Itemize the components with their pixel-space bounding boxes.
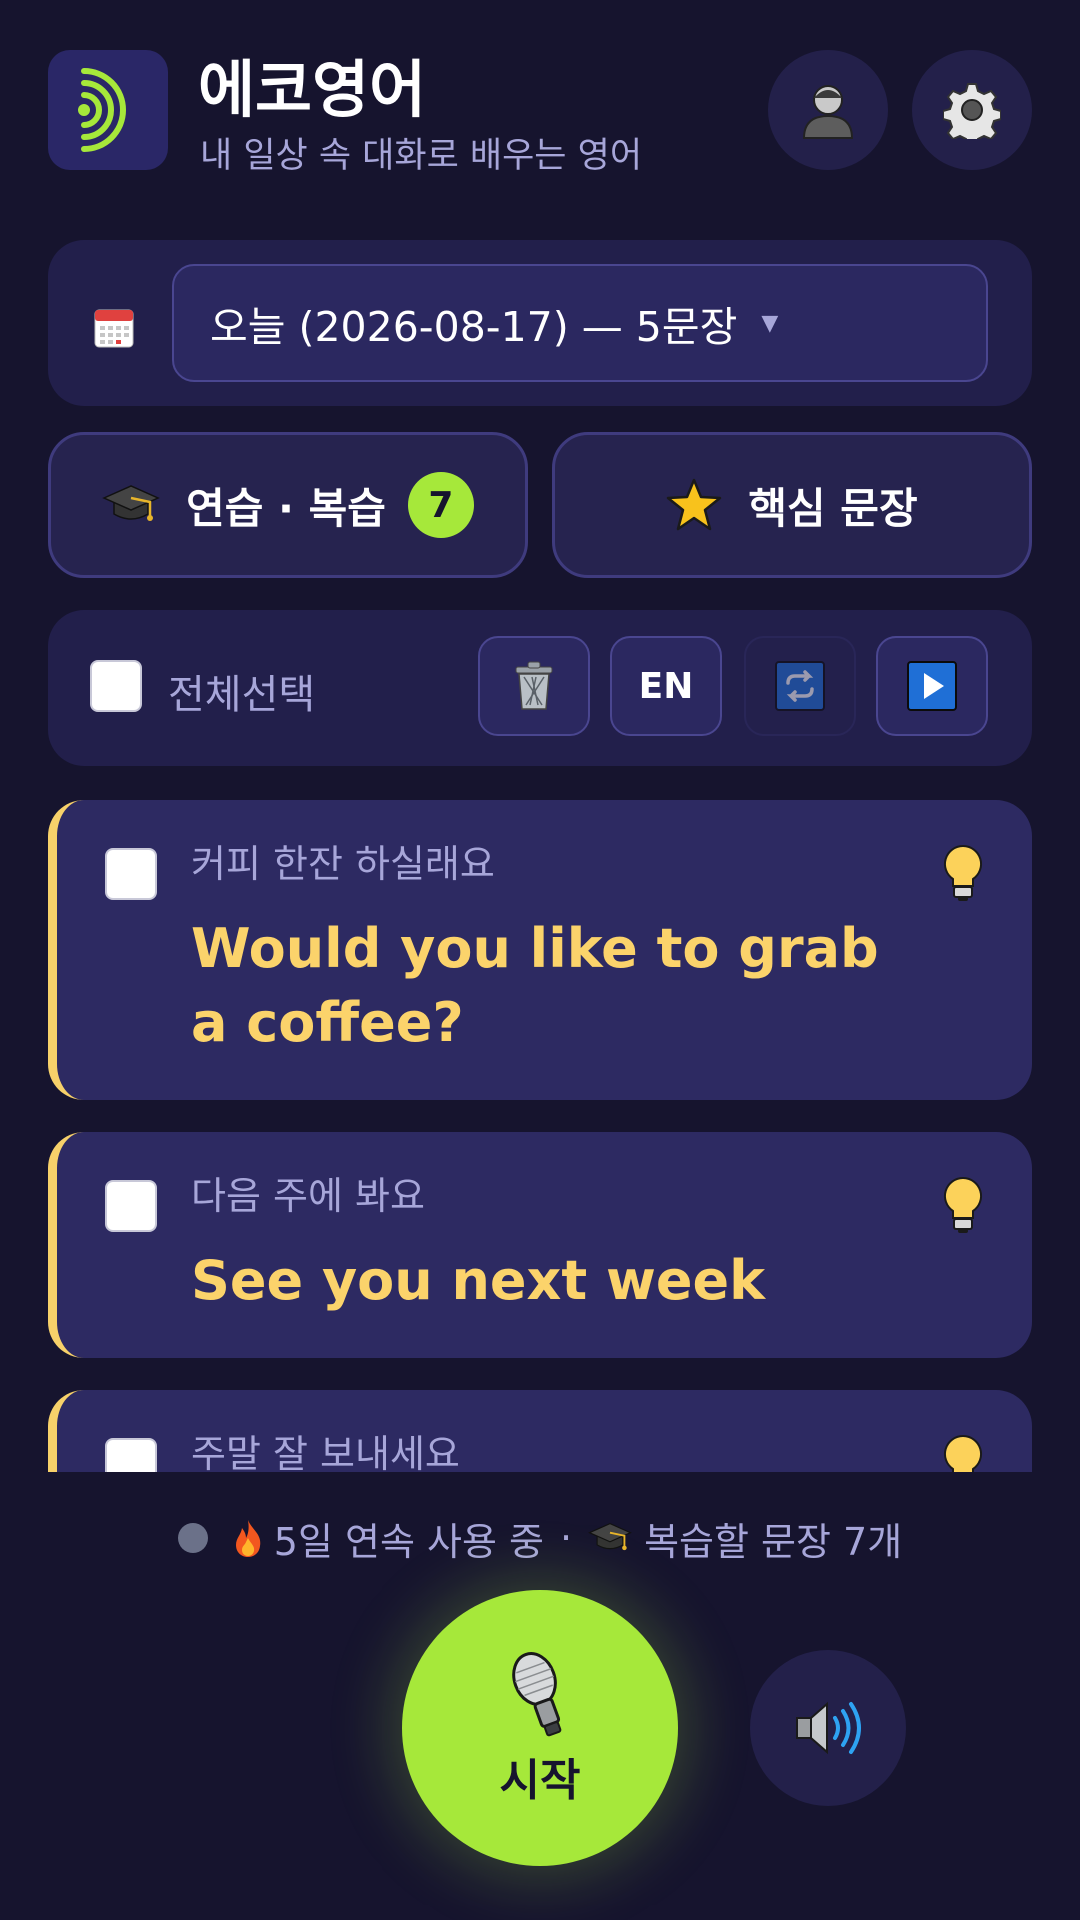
review-count-badge: 7 [407, 472, 474, 538]
lightbulb-icon[interactable] [942, 1434, 984, 1472]
sentence-card[interactable]: 주말 잘 보내세요 [48, 1390, 1032, 1472]
lightbulb-icon[interactable] [942, 1176, 984, 1234]
app-title: 에코영어 [198, 53, 427, 126]
date-selector-card: 오늘 (2026-08-17) — 5문장 ▼ [48, 240, 1032, 406]
delete-button[interactable] [478, 636, 590, 736]
sentence-english: See you next week [191, 1249, 766, 1312]
date-dropdown-value: 오늘 (2026-08-17) — 5문장 [210, 303, 738, 351]
start-button[interactable]: 시작 [402, 1590, 678, 1866]
start-label: 시작 [499, 1755, 581, 1806]
play-icon [907, 661, 957, 711]
sentence-card[interactable]: 커피 한잔 하실래요 Would you like to grab a coff… [48, 800, 1032, 1100]
play-button[interactable] [876, 636, 988, 736]
sentence-checkbox[interactable] [105, 1438, 157, 1472]
graduation-cap-icon [102, 485, 160, 521]
graduation-cap-icon [588, 1522, 632, 1551]
sentence-list[interactable]: 커피 한잔 하실래요 Would you like to grab a coff… [48, 800, 1032, 1472]
lightbulb-icon[interactable] [942, 844, 984, 902]
user-icon [802, 85, 854, 139]
key-sentences-button[interactable]: 핵심 문장 [552, 432, 1032, 578]
practice-review-button[interactable]: 연습 · 복습 7 [48, 432, 528, 578]
echo-waves-icon [78, 68, 126, 152]
connection-status-dot [177, 1523, 208, 1553]
calendar-icon [94, 309, 134, 348]
chevron-down-icon: ▼ [761, 310, 779, 336]
key-sentences-label: 핵심 문장 [748, 483, 918, 533]
practice-review-label: 연습 · 복습 [186, 483, 386, 533]
list-toolbar: 전체선택 EN [48, 610, 1032, 766]
app-subtitle: 내 일상 속 대화로 배우는 영어 [200, 136, 643, 176]
sentence-korean: 다음 주에 봐요 [191, 1174, 425, 1218]
speaker-button[interactable] [750, 1650, 906, 1806]
app-root: 에코영어 내 일상 속 대화로 배우는 영어 오늘 (2026-08-17) —… [0, 0, 1080, 1920]
sentence-checkbox[interactable] [105, 848, 157, 900]
status-separator: · [559, 1516, 573, 1560]
settings-button[interactable] [912, 50, 1032, 170]
select-all-label: 전체선택 [168, 672, 316, 718]
sentence-checkbox[interactable] [105, 1180, 157, 1232]
date-dropdown[interactable]: 오늘 (2026-08-17) — 5문장 ▼ [172, 264, 988, 382]
app-logo [48, 50, 168, 170]
repeat-button[interactable] [744, 636, 856, 736]
trash-icon [515, 661, 553, 710]
microphone-icon [512, 1652, 562, 1737]
sentence-english: Would you like to grab a coffee? [191, 917, 879, 1054]
speaker-icon [796, 1701, 861, 1755]
streak-text: 5일 연속 사용 중 [273, 1519, 544, 1564]
status-line: 5일 연속 사용 중 · 복습할 문장 7개 [0, 1510, 1080, 1566]
header: 에코영어 내 일상 속 대화로 배우는 영어 [48, 50, 1032, 176]
sentence-korean: 주말 잘 보내세요 [191, 1432, 460, 1472]
repeat-icon [775, 661, 825, 711]
gear-icon [943, 83, 1001, 139]
profile-button[interactable] [768, 50, 888, 170]
fire-icon [235, 1520, 261, 1557]
sentence-korean: 커피 한잔 하실래요 [191, 842, 495, 886]
language-toggle-button[interactable]: EN [610, 636, 722, 736]
select-all-checkbox[interactable] [90, 660, 142, 712]
language-toggle-label: EN [638, 665, 694, 707]
star-icon [667, 478, 722, 531]
sentence-card[interactable]: 다음 주에 봐요 See you next week [48, 1132, 1032, 1358]
review-count-text: 복습할 문장 7개 [644, 1519, 903, 1564]
